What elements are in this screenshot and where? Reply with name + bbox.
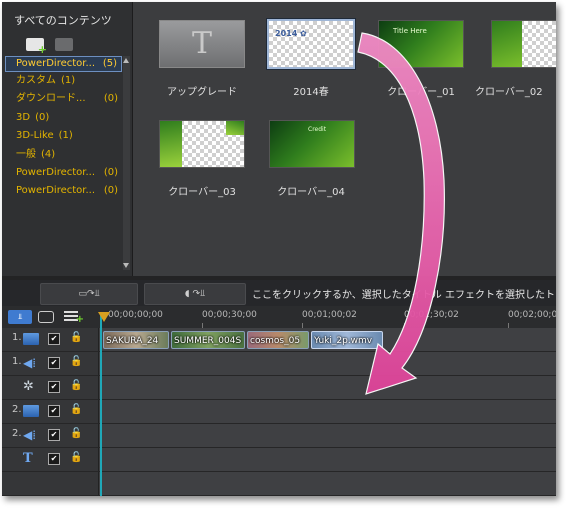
drag-arrow-icon: [357, 32, 445, 395]
